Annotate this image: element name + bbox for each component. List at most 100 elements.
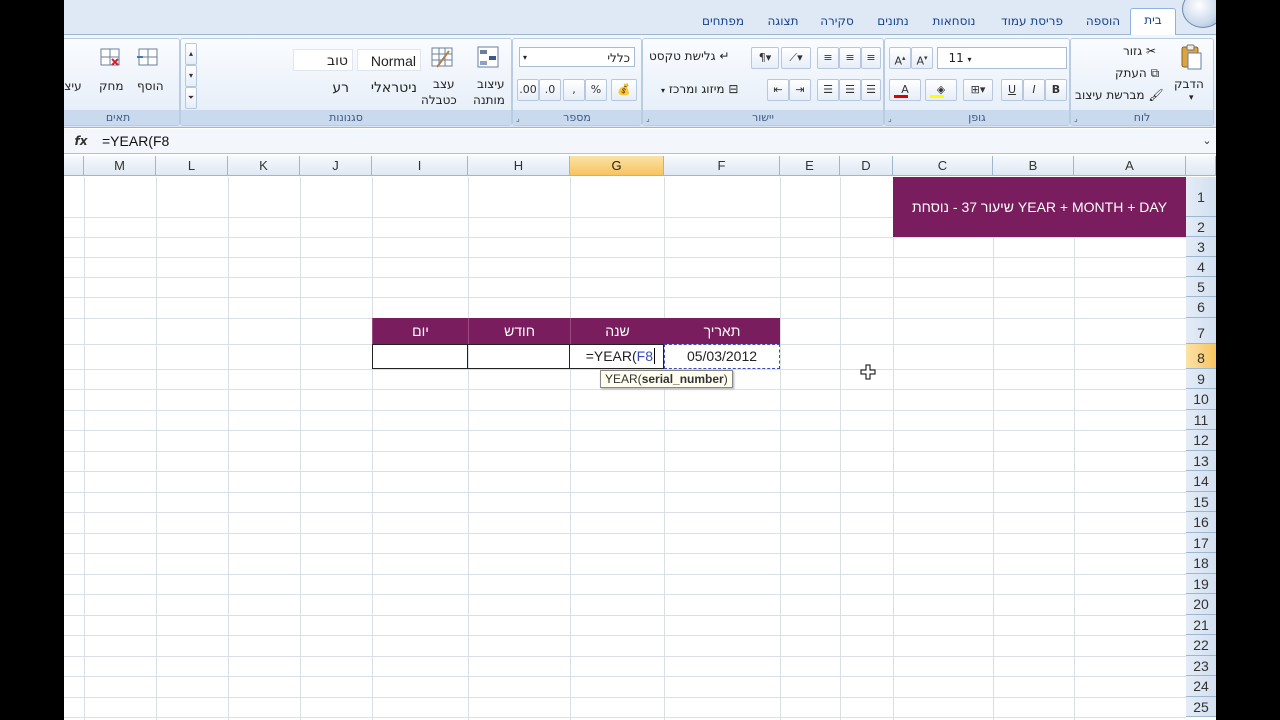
row-header-9[interactable]: 9 — [1186, 369, 1216, 389]
header-cell-year[interactable]: שנה — [570, 318, 664, 344]
tab-view[interactable]: תצוגה — [758, 10, 808, 32]
styles-scroll-up-icon[interactable]: ▴ — [185, 43, 197, 65]
row-header-18[interactable]: 18 — [1186, 553, 1216, 574]
font-size-combo[interactable]: 11 ▾ — [937, 47, 982, 69]
align-top-icon[interactable]: ≡ — [817, 47, 839, 69]
column-header-B[interactable]: B — [993, 156, 1074, 176]
office-button[interactable] — [1182, 0, 1216, 28]
font-dialog-launcher-icon[interactable]: ⌟ — [888, 114, 897, 123]
align-bottom-icon[interactable]: ≡ — [861, 47, 881, 69]
bold-icon[interactable]: B — [1045, 79, 1067, 101]
style-bad[interactable]: רע — [293, 77, 353, 99]
underline-icon[interactable]: U — [1001, 79, 1023, 101]
decrease-indent-icon[interactable]: ⇥ — [789, 79, 811, 101]
tab-formulas[interactable]: נוסחאות — [922, 10, 986, 32]
row-header-6[interactable]: 6 — [1186, 297, 1216, 318]
column-header-J[interactable]: J — [300, 156, 372, 176]
paste-button[interactable]: הדבק — [1174, 77, 1204, 91]
tab-data[interactable]: נתונים — [868, 10, 918, 32]
conditional-formatting-line2[interactable]: מותנה — [473, 93, 505, 107]
borders-icon[interactable]: ⊞▾ — [963, 79, 993, 101]
row-header-12[interactable]: 12 — [1186, 430, 1216, 451]
row-header-14[interactable]: 14 — [1186, 471, 1216, 492]
row-header-19[interactable]: 19 — [1186, 574, 1216, 594]
tab-developer[interactable]: מפתחים — [692, 10, 754, 32]
align-left-icon[interactable]: ☰ — [861, 79, 881, 101]
align-center-icon[interactable]: ☰ — [839, 79, 861, 101]
tab-review[interactable]: סקירה — [812, 10, 862, 32]
row-header-7[interactable]: 7 — [1186, 318, 1216, 344]
column-header-M[interactable]: M — [84, 156, 156, 176]
shrink-font-icon[interactable]: A▾ — [911, 47, 933, 69]
italic-icon[interactable]: I — [1023, 79, 1045, 101]
row-header-20[interactable]: 20 — [1186, 594, 1216, 615]
tab-insert[interactable]: הוספה — [1078, 10, 1128, 32]
row-header-25[interactable]: 25 — [1186, 697, 1216, 717]
format-as-table-line2[interactable]: כטבלה — [421, 93, 457, 107]
row-header-16[interactable]: 16 — [1186, 512, 1216, 533]
grow-font-icon[interactable]: A▴ — [889, 47, 911, 69]
row-header-17[interactable]: 17 — [1186, 533, 1216, 553]
header-cell-day[interactable]: יום — [372, 318, 468, 344]
number-format-combo[interactable]: ▾ כללי — [519, 47, 635, 67]
cut-button[interactable]: גזור ✂ — [1123, 44, 1156, 58]
column-header-K[interactable]: K — [228, 156, 300, 176]
fill-color-icon[interactable]: ◈ — [925, 79, 957, 101]
accounting-format-icon[interactable]: 💰 — [611, 79, 637, 101]
day-cell[interactable] — [372, 344, 468, 369]
number-dialog-launcher-icon[interactable]: ⌟ — [516, 114, 525, 123]
delete-cells-button[interactable]: מחק — [99, 79, 124, 93]
merge-center-button[interactable]: ▾ מיזוג ומרכז ⊟ — [661, 82, 738, 96]
styles-more-icon[interactable]: ⏷ — [185, 87, 197, 109]
select-all-corner[interactable] — [1186, 156, 1216, 176]
column-header-partial[interactable] — [64, 156, 84, 176]
row-header-4[interactable]: 4 — [1186, 257, 1216, 277]
conditional-formatting-line1[interactable]: עיצוב — [477, 77, 505, 91]
row-header-15[interactable]: 15 — [1186, 492, 1216, 512]
column-header-I[interactable]: I — [372, 156, 468, 176]
row-header-2[interactable]: 2 — [1186, 217, 1216, 237]
format-painter-button[interactable]: מברשת עיצוב 🖌 — [1075, 88, 1164, 102]
increase-decimal-icon[interactable]: .0 — [539, 79, 561, 101]
insert-function-icon[interactable]: fx — [70, 132, 92, 150]
row-header-22[interactable]: 22 — [1186, 635, 1216, 656]
comma-style-icon[interactable]: , — [563, 79, 585, 101]
rtl-direction-icon[interactable]: ¶▾ — [751, 47, 779, 69]
format-as-table-line1[interactable]: עצב — [433, 77, 455, 91]
alignment-dialog-launcher-icon[interactable]: ⌟ — [646, 114, 655, 123]
column-header-E[interactable]: E — [780, 156, 840, 176]
styles-scroll-down-icon[interactable]: ▾ — [185, 65, 197, 87]
row-header-8[interactable]: 8 — [1186, 344, 1216, 369]
orientation-icon[interactable]: ⟋▾ — [781, 47, 811, 69]
align-middle-icon[interactable]: ≡ — [839, 47, 861, 69]
header-cell-month[interactable]: חודש — [468, 318, 570, 344]
column-header-L[interactable]: L — [156, 156, 228, 176]
format-cells-button[interactable]: עיצו — [64, 79, 82, 93]
style-normal[interactable]: Normal — [357, 49, 421, 71]
row-header-11[interactable]: 11 — [1186, 410, 1216, 430]
year-cell-editing[interactable]: =YEAR(F8 — [570, 344, 664, 369]
copy-button[interactable]: העתק ⧉ — [1115, 66, 1159, 81]
month-cell[interactable] — [468, 344, 570, 369]
increase-indent-icon[interactable]: ⇤ — [767, 79, 789, 101]
align-right-icon[interactable]: ☰ — [817, 79, 839, 101]
title-banner-cell[interactable]: שיעור 37 - נוסחת YEAR + MONTH + DAY — [893, 177, 1186, 237]
paste-dropdown-icon[interactable]: ▾ — [1189, 93, 1194, 103]
tab-home[interactable]: בית — [1130, 8, 1176, 35]
column-header-H[interactable]: H — [468, 156, 570, 176]
column-header-A[interactable]: A — [1074, 156, 1186, 176]
column-header-D[interactable]: D — [840, 156, 893, 176]
column-header-G[interactable]: G — [570, 156, 664, 176]
column-header-C[interactable]: C — [893, 156, 993, 176]
tab-page-layout[interactable]: פריסת עמוד — [990, 10, 1074, 32]
formula-input[interactable]: =YEAR(F8 — [102, 130, 169, 152]
font-color-icon[interactable]: A — [889, 79, 921, 101]
insert-cells-button[interactable]: הוסף — [137, 79, 164, 93]
row-header-10[interactable]: 10 — [1186, 389, 1216, 410]
decrease-decimal-icon[interactable]: .00 — [517, 79, 539, 101]
expand-formula-bar-icon[interactable]: ⌄ — [1200, 133, 1214, 149]
row-header-23[interactable]: 23 — [1186, 656, 1216, 676]
date-cell-referenced[interactable]: 05/03/2012 — [664, 344, 780, 369]
header-cell-date[interactable]: תאריך — [664, 318, 780, 344]
row-header-24[interactable]: 24 — [1186, 676, 1216, 697]
